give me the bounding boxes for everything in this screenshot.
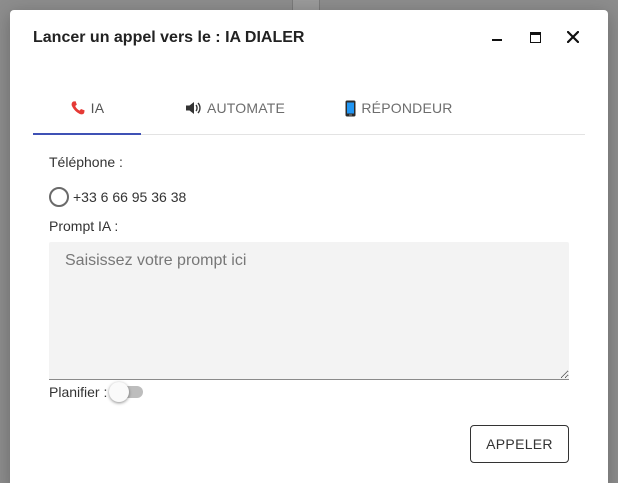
planifier-label: Planifier : (49, 384, 108, 400)
telephone-label: Téléphone : (49, 154, 123, 170)
tab-ia-label: IA (90, 100, 105, 116)
phone-icon (70, 100, 86, 116)
tab-automate[interactable]: AUTOMATE (171, 82, 299, 134)
phone-number: +33 6 66 95 36 38 (73, 189, 187, 205)
dialog-title: Lancer un appel vers le : IA DIALER (33, 29, 305, 46)
close-icon[interactable] (562, 26, 584, 48)
phone-radio-option[interactable]: +33 6 66 95 36 38 (49, 187, 186, 207)
mobile-phone-icon (345, 100, 356, 117)
prompt-textarea[interactable] (49, 242, 569, 380)
tab-automate-label: AUTOMATE (206, 100, 286, 116)
toggle-thumb (109, 382, 129, 402)
prompt-label: Prompt IA : (49, 218, 119, 234)
phone-radio-button[interactable] (49, 187, 69, 207)
tab-repondeur[interactable]: RÉPONDEUR (327, 82, 471, 134)
planifier-toggle[interactable] (109, 381, 145, 403)
tab-ia[interactable]: IA (33, 82, 141, 134)
call-button[interactable]: APPELER (470, 425, 569, 463)
speaker-icon (185, 100, 202, 116)
minimize-icon[interactable] (486, 26, 508, 48)
tab-bar: IA AUTOMATE RÉPONDEUR (33, 82, 585, 135)
active-tab-indicator (33, 133, 141, 135)
call-dialog: Lancer un appel vers le : IA DIALER IA A… (10, 10, 608, 483)
tab-repondeur-label: RÉPONDEUR (361, 100, 453, 116)
maximize-icon[interactable] (524, 26, 546, 48)
